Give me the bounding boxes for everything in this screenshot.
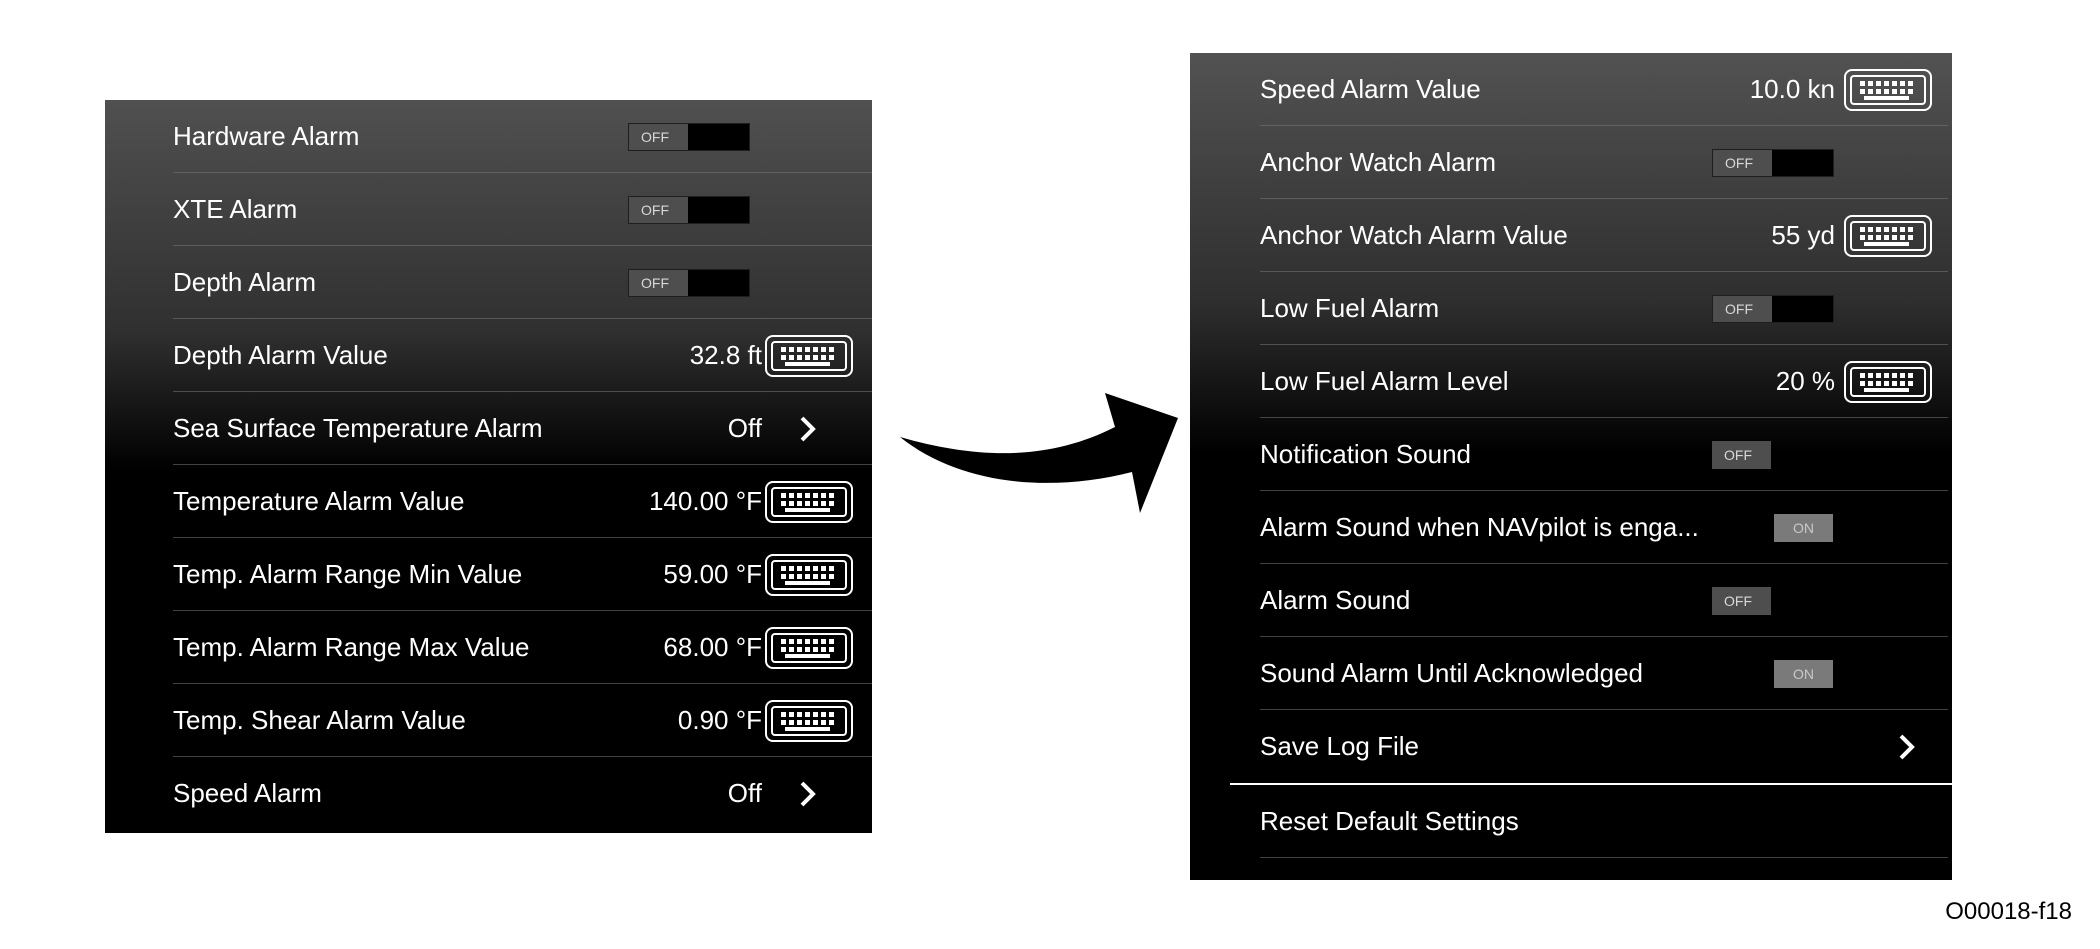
toggle-state: OFF: [629, 270, 688, 296]
speed-alarm-value: 10.0 kn: [1749, 74, 1835, 104]
temp-shear-alarm-value: 0.90 °F: [677, 705, 762, 735]
anchor-watch-alarm-value-row[interactable]: Anchor Watch Alarm Value 55 yd: [1260, 199, 1948, 272]
low-fuel-alarm-level-row[interactable]: Low Fuel Alarm Level 20 %: [1260, 345, 1948, 418]
keyboard-icon[interactable]: [765, 627, 853, 669]
temp-alarm-range-min-row[interactable]: Temp. Alarm Range Min Value 59.00 °F: [173, 538, 872, 611]
toggle-state: OFF: [1713, 150, 1772, 176]
alarm-sound-row[interactable]: Alarm Sound OFF: [1260, 564, 1948, 637]
temp-alarm-range-min-value: 59.00 °F: [663, 559, 762, 589]
temp-shear-alarm-value-row[interactable]: Temp. Shear Alarm Value 0.90 °F: [173, 684, 872, 757]
low-fuel-alarm-level-value: 20 %: [1775, 366, 1835, 396]
alarm-sound-navpilot-label: Alarm Sound when NAVpilot is enga...: [1260, 512, 1699, 542]
low-fuel-alarm-label: Low Fuel Alarm: [1260, 293, 1440, 323]
depth-alarm-value: 32.8 ft: [689, 340, 762, 370]
toggle-state: OFF: [1712, 441, 1771, 469]
alarm-settings-panel-left: Hardware Alarm OFF XTE Alarm OFF Depth A…: [105, 100, 872, 833]
low-fuel-alarm-toggle[interactable]: OFF: [1712, 295, 1834, 323]
anchor-watch-alarm-toggle[interactable]: OFF: [1712, 149, 1834, 177]
alarm-settings-panel-right: Speed Alarm Value 10.0 kn Anchor Watch A…: [1190, 53, 1952, 880]
temperature-alarm-value-label: Temperature Alarm Value: [173, 486, 465, 516]
temp-alarm-range-max-label: Temp. Alarm Range Max Value: [173, 632, 530, 662]
keyboard-icon[interactable]: [765, 554, 853, 596]
xte-alarm-row[interactable]: XTE Alarm OFF: [173, 173, 872, 246]
speed-alarm-value-label: Speed Alarm Value: [1260, 74, 1481, 104]
hardware-alarm-row[interactable]: Hardware Alarm OFF: [173, 100, 872, 173]
figure-code: O00018-f18: [1945, 898, 2072, 925]
chevron-right-icon[interactable]: [793, 779, 823, 809]
anchor-watch-alarm-row[interactable]: Anchor Watch Alarm OFF: [1260, 126, 1948, 199]
hardware-alarm-toggle[interactable]: OFF: [628, 123, 750, 151]
alarm-sound-navpilot-toggle[interactable]: ON: [1774, 514, 1833, 542]
reset-default-settings-label: Reset Default Settings: [1260, 806, 1519, 836]
toggle-state: OFF: [629, 197, 688, 223]
hardware-alarm-label: Hardware Alarm: [173, 121, 360, 151]
toggle-state: OFF: [1712, 587, 1771, 615]
chevron-right-icon[interactable]: [793, 414, 823, 444]
alarm-sound-navpilot-row[interactable]: Alarm Sound when NAVpilot is enga... ON: [1260, 491, 1948, 564]
temp-shear-alarm-value-label: Temp. Shear Alarm Value: [173, 705, 466, 735]
sound-alarm-until-acknowledged-label: Sound Alarm Until Acknowledged: [1260, 658, 1644, 688]
xte-alarm-label: XTE Alarm: [173, 194, 298, 224]
depth-alarm-toggle[interactable]: OFF: [628, 269, 750, 297]
keyboard-icon[interactable]: [1844, 69, 1932, 111]
keyboard-icon[interactable]: [765, 481, 853, 523]
low-fuel-alarm-row[interactable]: Low Fuel Alarm OFF: [1260, 272, 1948, 345]
notification-sound-toggle[interactable]: OFF: [1712, 441, 1771, 469]
notification-sound-row[interactable]: Notification Sound OFF: [1260, 418, 1948, 491]
speed-alarm-value-row[interactable]: Speed Alarm Value 10.0 kn: [1260, 53, 1948, 126]
toggle-state: OFF: [1713, 296, 1772, 322]
save-log-file-label: Save Log File: [1260, 731, 1419, 761]
keyboard-icon[interactable]: [1844, 361, 1932, 403]
curved-arrow-icon: [900, 393, 1178, 513]
keyboard-icon[interactable]: [765, 335, 853, 377]
temperature-alarm-value-row[interactable]: Temperature Alarm Value 140.00 °F: [173, 465, 872, 538]
depth-alarm-row[interactable]: Depth Alarm OFF: [173, 246, 872, 319]
sea-surface-temperature-alarm-row[interactable]: Sea Surface Temperature Alarm Off: [173, 392, 872, 465]
sea-surface-temperature-alarm-label: Sea Surface Temperature Alarm: [173, 413, 543, 443]
anchor-watch-alarm-value: 55 yd: [1771, 220, 1835, 250]
alarm-sound-label: Alarm Sound: [1260, 585, 1411, 615]
reset-default-settings-row[interactable]: Reset Default Settings: [1260, 785, 1948, 858]
temp-alarm-range-max-row[interactable]: Temp. Alarm Range Max Value 68.00 °F: [173, 611, 872, 684]
sound-alarm-until-acknowledged-toggle[interactable]: ON: [1774, 660, 1833, 688]
save-log-file-row[interactable]: Save Log File: [1260, 710, 1948, 783]
speed-alarm-value: Off: [727, 778, 762, 808]
temperature-alarm-value: 140.00 °F: [648, 486, 762, 516]
sea-surface-temperature-alarm-value: Off: [727, 413, 762, 443]
low-fuel-alarm-level-label: Low Fuel Alarm Level: [1260, 366, 1509, 396]
toggle-state: OFF: [629, 124, 688, 150]
keyboard-icon[interactable]: [1844, 215, 1932, 257]
notification-sound-label: Notification Sound: [1260, 439, 1472, 469]
anchor-watch-alarm-value-label: Anchor Watch Alarm Value: [1260, 220, 1568, 250]
depth-alarm-value-label: Depth Alarm Value: [173, 340, 388, 370]
keyboard-icon[interactable]: [765, 700, 853, 742]
depth-alarm-label: Depth Alarm: [173, 267, 317, 297]
anchor-watch-alarm-label: Anchor Watch Alarm: [1260, 147, 1497, 177]
speed-alarm-label: Speed Alarm: [173, 778, 322, 808]
sound-alarm-until-acknowledged-row[interactable]: Sound Alarm Until Acknowledged ON: [1260, 637, 1948, 710]
speed-alarm-row[interactable]: Speed Alarm Off: [173, 757, 872, 830]
depth-alarm-value-row[interactable]: Depth Alarm Value 32.8 ft: [173, 319, 872, 392]
chevron-right-icon[interactable]: [1892, 732, 1922, 762]
xte-alarm-toggle[interactable]: OFF: [628, 196, 750, 224]
temp-alarm-range-max-value: 68.00 °F: [663, 632, 762, 662]
alarm-sound-toggle[interactable]: OFF: [1712, 587, 1771, 615]
temp-alarm-range-min-label: Temp. Alarm Range Min Value: [173, 559, 523, 589]
